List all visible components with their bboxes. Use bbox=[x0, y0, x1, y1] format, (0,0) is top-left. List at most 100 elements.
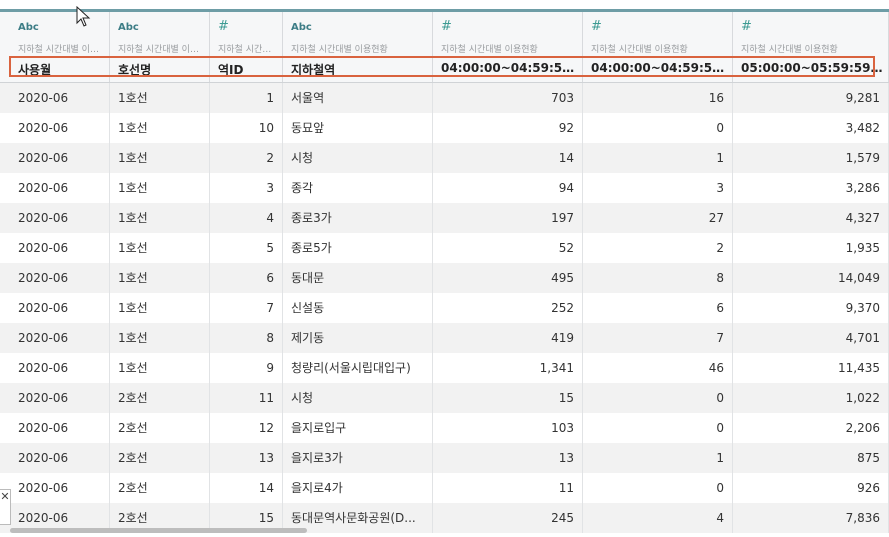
table-cell[interactable]: 6 bbox=[583, 293, 733, 323]
table-row[interactable]: 2020-06 1호선 5 종로5가 52 2 1,935 bbox=[0, 233, 889, 263]
table-cell[interactable]: 1호선 bbox=[110, 203, 210, 233]
table-cell[interactable]: 1,341 bbox=[433, 353, 583, 383]
table-cell[interactable]: 2020-06 bbox=[10, 443, 110, 473]
table-cell[interactable]: 7 bbox=[210, 293, 283, 323]
table-cell[interactable]: 2020-06 bbox=[10, 203, 110, 233]
table-row[interactable]: 2020-06 1호선 3 종각 94 3 3,286 bbox=[0, 173, 889, 203]
table-row[interactable]: 2020-06 1호선 4 종로3가 197 27 4,327 bbox=[0, 203, 889, 233]
table-cell[interactable]: 4 bbox=[210, 203, 283, 233]
table-cell[interactable]: 1호선 bbox=[110, 323, 210, 353]
table-cell[interactable]: 1호선 bbox=[110, 143, 210, 173]
table-cell[interactable]: 0 bbox=[583, 383, 733, 413]
table-cell[interactable]: 9 bbox=[210, 353, 283, 383]
table-cell[interactable]: 시청 bbox=[283, 143, 433, 173]
table-cell[interactable]: 419 bbox=[433, 323, 583, 353]
table-cell[interactable]: 2,206 bbox=[733, 413, 889, 443]
table-cell[interactable]: 1호선 bbox=[110, 353, 210, 383]
table-cell[interactable]: 2020-06 bbox=[10, 263, 110, 293]
table-row[interactable]: 2020-06 1호선 6 동대문 495 8 14,049 bbox=[0, 263, 889, 293]
table-cell[interactable]: 245 bbox=[433, 503, 583, 533]
table-cell[interactable]: 103 bbox=[433, 413, 583, 443]
table-cell[interactable]: 1호선 bbox=[110, 113, 210, 143]
table-cell[interactable]: 7,836 bbox=[733, 503, 889, 533]
table-cell[interactable]: 2020-06 bbox=[10, 293, 110, 323]
column-header[interactable]: Abc 지하철 시간대별 이용현황 지하철역 bbox=[283, 12, 433, 82]
table-cell[interactable]: 동대문 bbox=[283, 263, 433, 293]
close-panel-icon[interactable]: ✕ bbox=[0, 489, 11, 525]
table-cell[interactable]: 94 bbox=[433, 173, 583, 203]
table-cell[interactable]: 9,370 bbox=[733, 293, 889, 323]
table-cell[interactable]: 2020-06 bbox=[10, 413, 110, 443]
horizontal-scrollbar-thumb[interactable] bbox=[10, 528, 307, 533]
table-cell[interactable]: 2020-06 bbox=[10, 83, 110, 113]
table-cell[interactable]: 3 bbox=[210, 173, 283, 203]
table-cell[interactable]: 495 bbox=[433, 263, 583, 293]
column-header[interactable]: # 지하철 시간대별 이용현황 04:00:00~04:59:59... bbox=[433, 12, 583, 82]
table-cell[interactable]: 6 bbox=[210, 263, 283, 293]
table-cell[interactable]: 종로5가 bbox=[283, 233, 433, 263]
table-cell[interactable]: 15 bbox=[433, 383, 583, 413]
table-cell[interactable]: 1 bbox=[583, 143, 733, 173]
table-cell[interactable]: 13 bbox=[433, 443, 583, 473]
table-cell[interactable]: 16 bbox=[583, 83, 733, 113]
table-cell[interactable]: 52 bbox=[433, 233, 583, 263]
table-cell[interactable]: 0 bbox=[583, 113, 733, 143]
table-cell[interactable]: 시청 bbox=[283, 383, 433, 413]
table-cell[interactable]: 11 bbox=[433, 473, 583, 503]
table-cell[interactable]: 1,579 bbox=[733, 143, 889, 173]
table-cell[interactable]: 46 bbox=[583, 353, 733, 383]
table-cell[interactable]: 1호선 bbox=[110, 293, 210, 323]
column-header[interactable]: # 지하철 시간대별 이용현황 04:00:00~04:59:59... bbox=[583, 12, 733, 82]
table-cell[interactable]: 1,935 bbox=[733, 233, 889, 263]
table-cell[interactable]: 12 bbox=[210, 413, 283, 443]
table-cell[interactable]: 875 bbox=[733, 443, 889, 473]
table-cell[interactable]: 13 bbox=[210, 443, 283, 473]
column-header[interactable]: # 지하철 시간대별 이용현황역ID bbox=[210, 12, 283, 82]
table-cell[interactable]: 2020-06 bbox=[10, 143, 110, 173]
table-cell[interactable]: 8 bbox=[210, 323, 283, 353]
table-cell[interactable]: 을지로4가 bbox=[283, 473, 433, 503]
table-cell[interactable]: 2호선 bbox=[110, 413, 210, 443]
table-cell[interactable]: 1 bbox=[583, 443, 733, 473]
table-row[interactable]: 2020-06 2호선 14 을지로4가 11 0 926 bbox=[0, 473, 889, 503]
table-cell[interactable]: 동묘앞 bbox=[283, 113, 433, 143]
table-cell[interactable]: 0 bbox=[583, 413, 733, 443]
table-cell[interactable]: 27 bbox=[583, 203, 733, 233]
table-cell[interactable]: 197 bbox=[433, 203, 583, 233]
table-row[interactable]: 2020-06 2호선 13 을지로3가 13 1 875 bbox=[0, 443, 889, 473]
table-row[interactable]: 2020-06 1호선 8 제기동 419 7 4,701 bbox=[0, 323, 889, 353]
table-cell[interactable]: 5 bbox=[210, 233, 283, 263]
table-cell[interactable]: 1호선 bbox=[110, 173, 210, 203]
table-cell[interactable]: 0 bbox=[583, 473, 733, 503]
table-cell[interactable]: 2020-06 bbox=[10, 473, 110, 503]
table-cell[interactable]: 7 bbox=[583, 323, 733, 353]
column-header[interactable]: # 지하철 시간대별 이용현황 05:00:00~05:59:59... bbox=[733, 12, 889, 82]
table-cell[interactable]: 4 bbox=[583, 503, 733, 533]
table-cell[interactable]: 2호선 bbox=[110, 443, 210, 473]
table-cell[interactable]: 14 bbox=[210, 473, 283, 503]
table-cell[interactable]: 11,435 bbox=[733, 353, 889, 383]
table-cell[interactable]: 3 bbox=[583, 173, 733, 203]
table-row[interactable]: 2020-06 1호선 2 시청 14 1 1,579 bbox=[0, 143, 889, 173]
table-cell[interactable]: 10 bbox=[210, 113, 283, 143]
column-header[interactable]: Abc 지하철 시간대별 이용현황사용월 bbox=[10, 12, 110, 82]
table-cell[interactable]: 703 bbox=[433, 83, 583, 113]
table-cell[interactable]: 92 bbox=[433, 113, 583, 143]
table-cell[interactable]: 3,286 bbox=[733, 173, 889, 203]
table-row[interactable]: 2020-06 1호선 7 신설동 252 6 9,370 bbox=[0, 293, 889, 323]
table-cell[interactable]: 신설동 bbox=[283, 293, 433, 323]
table-cell[interactable]: 1호선 bbox=[110, 233, 210, 263]
table-cell[interactable]: 2020-06 bbox=[10, 383, 110, 413]
table-cell[interactable]: 1호선 bbox=[110, 263, 210, 293]
table-cell[interactable]: 2 bbox=[210, 143, 283, 173]
table-cell[interactable]: 2호선 bbox=[110, 383, 210, 413]
table-row[interactable]: 2020-06 1호선 1 서울역 703 16 9,281 bbox=[0, 83, 889, 113]
table-row[interactable]: 2020-06 2호선 11 시청 15 0 1,022 bbox=[0, 383, 889, 413]
table-cell[interactable]: 9,281 bbox=[733, 83, 889, 113]
table-cell[interactable]: 1,022 bbox=[733, 383, 889, 413]
table-cell[interactable]: 2020-06 bbox=[10, 323, 110, 353]
table-cell[interactable]: 종로3가 bbox=[283, 203, 433, 233]
table-row[interactable]: 2020-06 2호선 12 을지로입구 103 0 2,206 bbox=[0, 413, 889, 443]
table-cell[interactable]: 청량리(서울시립대입구) bbox=[283, 353, 433, 383]
table-cell[interactable]: 252 bbox=[433, 293, 583, 323]
